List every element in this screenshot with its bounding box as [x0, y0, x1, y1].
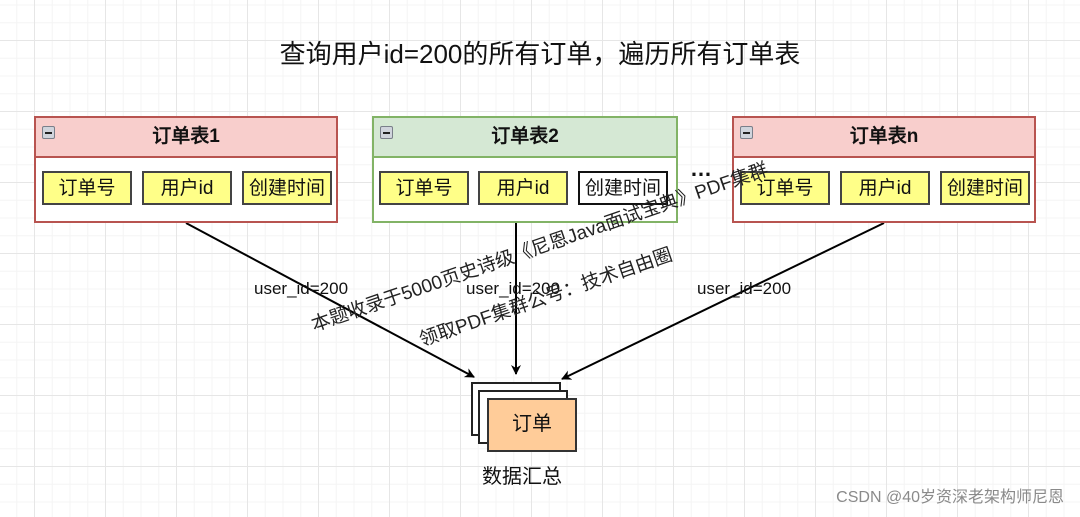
collapse-icon[interactable]: [42, 126, 55, 139]
field-user-id[interactable]: 用户id: [840, 171, 930, 205]
edge-line-1: [185, 222, 475, 378]
table-header: 订单表n: [734, 118, 1034, 158]
field-user-id[interactable]: 用户id: [142, 171, 232, 205]
edge-label-1: user_id=200: [254, 279, 349, 298]
field-order-id[interactable]: 订单号: [379, 171, 469, 205]
field-user-id[interactable]: 用户id: [478, 171, 568, 205]
orders-summary-card[interactable]: 订单: [487, 398, 577, 452]
edge-line-3: [561, 222, 885, 380]
field-created-time[interactable]: 创建时间: [242, 171, 332, 205]
table-title: 订单表2: [491, 126, 559, 147]
table-orders-n[interactable]: 订单表n 订单号 用户id 创建时间: [732, 116, 1036, 223]
table-title: 订单表n: [849, 126, 919, 147]
table-orders-1[interactable]: 订单表1 订单号 用户id 创建时间: [34, 116, 338, 223]
table-header: 订单表2: [374, 118, 676, 158]
field-created-time[interactable]: 创建时间: [940, 171, 1030, 205]
collapse-icon[interactable]: [380, 126, 393, 139]
table-header: 订单表1: [36, 118, 336, 158]
collapse-icon[interactable]: [740, 126, 753, 139]
edge-label-3: user_id=200: [697, 279, 792, 298]
csdn-credit: CSDN @40岁资深老架构师尼恩: [836, 489, 1064, 506]
table-title: 订单表1: [152, 126, 220, 147]
field-order-id[interactable]: 订单号: [42, 171, 132, 205]
summary-caption: 数据汇总: [482, 466, 562, 488]
